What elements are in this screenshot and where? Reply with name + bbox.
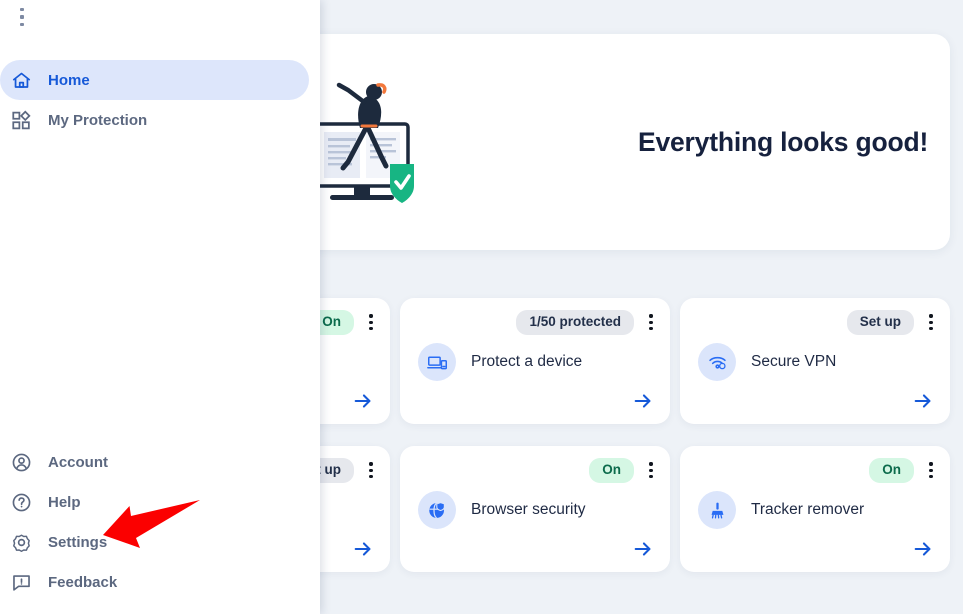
- sidebar-item-home[interactable]: Home: [0, 60, 309, 100]
- sidebar-item-label: Settings: [48, 533, 108, 551]
- status-badge: On: [589, 458, 634, 483]
- page-title: Everything looks good!: [638, 126, 929, 157]
- card-overflow-menu-icon[interactable]: [362, 311, 380, 333]
- card-go-arrow-icon[interactable]: [910, 388, 936, 414]
- feature-card-browser-security[interactable]: On Browser security: [400, 446, 670, 572]
- sidebar-overflow-menu-icon[interactable]: [13, 3, 31, 31]
- card-body: Tracker remover: [698, 491, 864, 529]
- sidebar-item-feedback[interactable]: Feedback: [0, 562, 309, 602]
- question-circle-icon: [10, 491, 32, 513]
- sidebar-item-my-protection[interactable]: My Protection: [0, 100, 309, 140]
- card-body: Browser security: [418, 491, 586, 529]
- gear-icon: [10, 531, 32, 553]
- card-go-arrow-icon[interactable]: [910, 536, 936, 562]
- card-top-row: 1/50 protected: [516, 310, 660, 335]
- card-overflow-menu-icon[interactable]: [642, 311, 660, 333]
- card-overflow-menu-icon[interactable]: [922, 311, 940, 333]
- sidebar-item-label: Account: [48, 453, 108, 471]
- feature-card-protect-a-device[interactable]: 1/50 protected Protect a device: [400, 298, 670, 424]
- card-label: Protect a device: [471, 353, 583, 370]
- broom-icon: [698, 491, 736, 529]
- sidebar-item-label: Help: [48, 493, 81, 511]
- card-body: Protect a device: [418, 343, 582, 381]
- feature-card-tracker-remover[interactable]: On Tracker remover: [680, 446, 950, 572]
- card-top-row: On: [869, 458, 940, 483]
- user-circle-icon: [10, 451, 32, 473]
- feedback-chat-icon: [10, 571, 32, 593]
- home-icon: [10, 69, 32, 91]
- shapes-grid-icon: [10, 109, 32, 131]
- card-label: Tracker remover: [751, 501, 865, 518]
- sidebar-primary-nav: Home My Protection: [0, 46, 320, 140]
- sidebar-item-help[interactable]: Help: [0, 482, 309, 522]
- card-label: Browser security: [471, 501, 586, 518]
- card-go-arrow-icon[interactable]: [630, 536, 656, 562]
- card-label: Secure VPN: [751, 353, 837, 370]
- sidebar-item-label: Feedback: [48, 573, 118, 591]
- card-overflow-menu-icon[interactable]: [642, 459, 660, 481]
- sidebar-header: [0, 0, 320, 46]
- card-overflow-menu-icon[interactable]: [922, 459, 940, 481]
- card-top-row: On: [589, 458, 660, 483]
- sidebar-item-label: Home: [48, 71, 90, 89]
- feature-card-secure-vpn[interactable]: Set up Secure VPN: [680, 298, 950, 424]
- card-go-arrow-icon[interactable]: [350, 388, 376, 414]
- person-on-monitor-with-shield-illustration: [314, 82, 414, 203]
- sidebar-secondary-nav: Account Help Settings Feedback: [0, 442, 320, 614]
- sidebar-item-account[interactable]: Account: [0, 442, 309, 482]
- card-overflow-menu-icon[interactable]: [362, 459, 380, 481]
- vpn-wifi-icon: [698, 343, 736, 381]
- globe-shield-icon: [418, 491, 456, 529]
- status-badge: Set up: [846, 310, 914, 335]
- card-top-row: Set up: [846, 310, 940, 335]
- sidebar-item-settings[interactable]: Settings: [0, 522, 309, 562]
- status-badge: 1/50 protected: [516, 310, 634, 335]
- card-go-arrow-icon[interactable]: [630, 388, 656, 414]
- status-badge: On: [869, 458, 914, 483]
- navigation-sidebar: Home My Protection Account Help Settings…: [0, 0, 320, 614]
- card-go-arrow-icon[interactable]: [350, 536, 376, 562]
- laptop-phone-icon: [418, 343, 456, 381]
- card-body: Secure VPN: [698, 343, 836, 381]
- sidebar-item-label: My Protection: [48, 111, 148, 129]
